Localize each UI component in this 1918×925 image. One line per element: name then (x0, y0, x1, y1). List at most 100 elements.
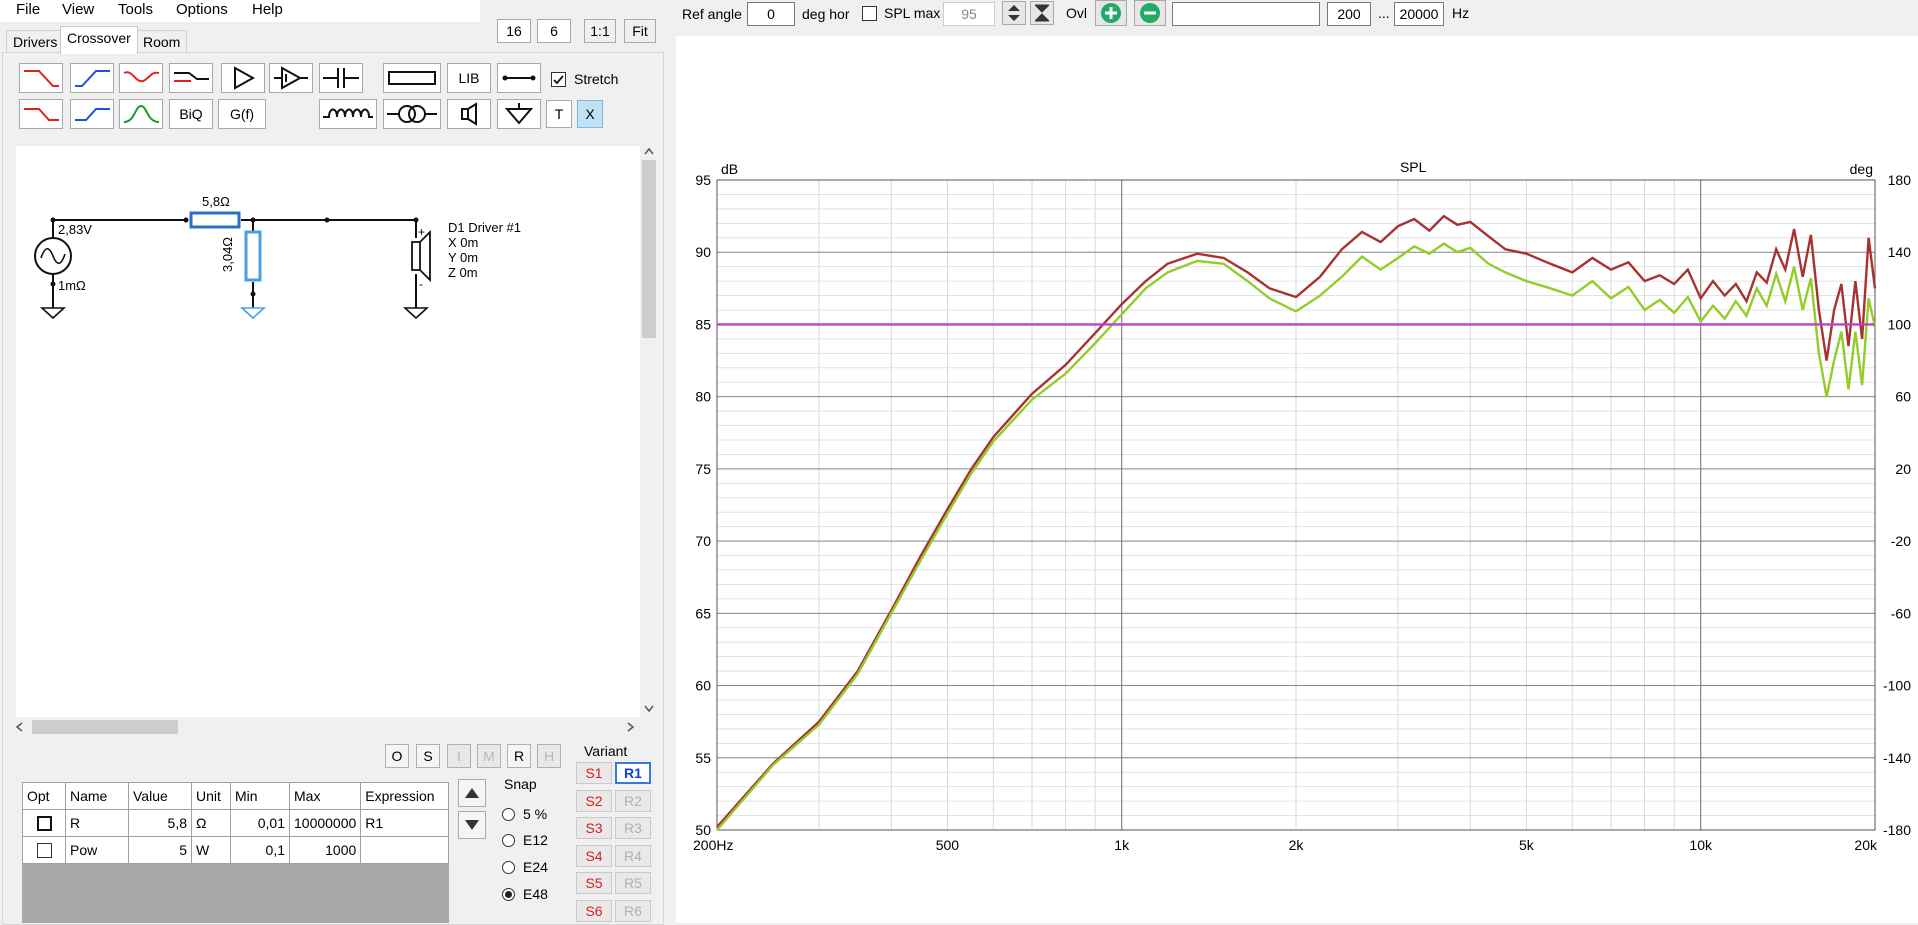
stretch-checkbox[interactable] (551, 72, 566, 87)
bandpass-green-button[interactable] (119, 99, 163, 129)
overlay-name-input[interactable] (1172, 2, 1320, 26)
value-cell[interactable]: 5,8 (128, 809, 192, 837)
highpass-blue-2-button[interactable] (70, 99, 114, 129)
t-button[interactable]: T (546, 100, 572, 128)
zoom-box-b[interactable]: 6 (537, 19, 571, 43)
transfer-function-button[interactable]: G(f) (218, 99, 266, 129)
variant-r2-button[interactable]: R2 (615, 790, 651, 812)
ground-button[interactable] (497, 99, 541, 129)
spl-max-input[interactable]: 95 (943, 2, 995, 26)
ref-angle-input[interactable]: 0 (747, 2, 795, 26)
lowpass-red-2-button[interactable] (19, 99, 63, 129)
overlay-remove-button[interactable] (1134, 0, 1166, 26)
triangle-down-icon (465, 820, 479, 830)
variant-r6-button[interactable]: R6 (615, 900, 651, 922)
spl-updown-button[interactable] (1002, 1, 1026, 25)
flag-s-button[interactable]: S (416, 744, 440, 768)
variant-r3-button[interactable]: R3 (615, 817, 651, 839)
y-tick-label: 50 (695, 822, 711, 838)
variant-r4-button[interactable]: R4 (615, 845, 651, 867)
move-down-button[interactable] (458, 811, 486, 839)
zoom-box-a[interactable]: 16 (497, 19, 531, 43)
resistor-button[interactable] (383, 63, 441, 93)
tab-room[interactable]: Room (136, 30, 188, 53)
table-row[interactable]: Pow 5 W 0,1 1000 (22, 836, 449, 864)
variant-r5-button[interactable]: R5 (615, 872, 651, 894)
radio-icon (502, 833, 515, 847)
shelf-red-button[interactable] (119, 63, 163, 93)
name-cell[interactable]: R (65, 809, 129, 837)
min-cell[interactable]: 0,01 (230, 809, 290, 837)
flag-i-button[interactable]: I (447, 744, 471, 768)
library-button[interactable]: LIB (447, 63, 491, 93)
table-row[interactable]: R 5,8 Ω 0,01 10000000 R1 (22, 809, 449, 837)
name-cell[interactable]: Pow (65, 836, 129, 864)
schematic-canvas[interactable]: 2,83V 1mΩ 5,8Ω 3,04Ω + - D1 Driver #1 X … (16, 146, 640, 717)
opt-checkbox[interactable] (36, 843, 52, 858)
snap-option-e24[interactable]: E24 (502, 857, 548, 877)
buffer-button[interactable] (221, 63, 265, 93)
shelf-black-button[interactable] (169, 63, 213, 93)
capacitor-button[interactable] (319, 63, 363, 93)
max-cell[interactable]: 10000000 (288, 809, 362, 837)
col-expression: Expression (360, 782, 449, 810)
menu-help[interactable]: Help (252, 0, 283, 22)
menu-tools[interactable]: Tools (118, 0, 153, 22)
variant-s1-button[interactable]: S1 (576, 762, 612, 784)
schematic-horizontal-scrollbar[interactable] (12, 717, 640, 737)
unit-cell[interactable]: W (191, 836, 231, 864)
wire-button[interactable] (497, 63, 541, 93)
opt-cell[interactable] (22, 809, 66, 837)
snap-option-e48[interactable]: E48 (502, 884, 548, 904)
spl-fit-button[interactable] (1030, 1, 1054, 25)
overlay-add-button[interactable] (1095, 0, 1127, 26)
biquad-button[interactable]: BiQ (169, 99, 213, 129)
tab-crossover[interactable]: Crossover (60, 26, 138, 54)
variant-s3-button[interactable]: S3 (576, 817, 612, 839)
flag-r-button[interactable]: R (507, 744, 531, 768)
amplifier-button[interactable] (269, 63, 313, 93)
variant-s6-button[interactable]: S6 (576, 900, 612, 922)
menu-view[interactable]: View (62, 0, 94, 22)
minus-circle-icon (1140, 3, 1160, 23)
schematic-vertical-scrollbar[interactable] (640, 146, 658, 717)
series-resistor-symbol (189, 211, 241, 229)
transformer-button[interactable] (383, 99, 441, 129)
expression-cell[interactable]: R1 (360, 809, 449, 837)
lowpass-icon (24, 70, 59, 87)
zoom-1to1-button[interactable]: 1:1 (584, 19, 616, 43)
value-cell[interactable]: 5 (128, 836, 192, 864)
zoom-fit-button[interactable]: Fit (624, 19, 656, 43)
snap-option-5pct[interactable]: 5 % (502, 804, 547, 824)
opt-cell[interactable] (22, 836, 66, 864)
expression-cell[interactable] (360, 836, 449, 864)
y-tick-label: 80 (695, 389, 711, 405)
move-up-button[interactable] (458, 779, 486, 807)
flag-m-button[interactable]: M (477, 744, 501, 768)
range-from-input[interactable]: 200 (1327, 2, 1371, 26)
variant-s2-button[interactable]: S2 (576, 790, 612, 812)
min-cell[interactable]: 0,1 (230, 836, 290, 864)
flag-o-button[interactable]: O (385, 744, 409, 768)
spl-max-checkbox[interactable] (862, 6, 877, 21)
variant-s4-button[interactable]: S4 (576, 845, 612, 867)
inductor-button[interactable] (319, 99, 377, 129)
x-button[interactable]: X (577, 100, 603, 128)
lowpass-red-button[interactable] (19, 63, 63, 93)
y-tick-label: 75 (695, 461, 711, 477)
tab-drivers[interactable]: Drivers (6, 30, 65, 53)
snap-option-e12[interactable]: E12 (502, 830, 548, 850)
speaker-button[interactable] (447, 99, 491, 129)
menu-options[interactable]: Options (176, 0, 228, 22)
menu-file[interactable]: File (16, 0, 40, 22)
max-cell[interactable]: 1000 (288, 836, 362, 864)
range-to-input[interactable]: 20000 (1394, 2, 1444, 26)
spl-chart[interactable]: 50 55 60 65 70 75 80 85 90 95 -180 -140 -100 -60 -20 20… (676, 36, 1918, 923)
unit-cell[interactable]: Ω (191, 809, 231, 837)
highpass-blue-button[interactable] (70, 63, 114, 93)
opt-checkbox[interactable] (36, 816, 52, 831)
variant-r1-button[interactable]: R1 (615, 762, 651, 784)
variant-s5-button[interactable]: S5 (576, 872, 612, 894)
flag-h-button[interactable]: H (537, 744, 561, 768)
buffer-triangle-icon (234, 66, 256, 90)
